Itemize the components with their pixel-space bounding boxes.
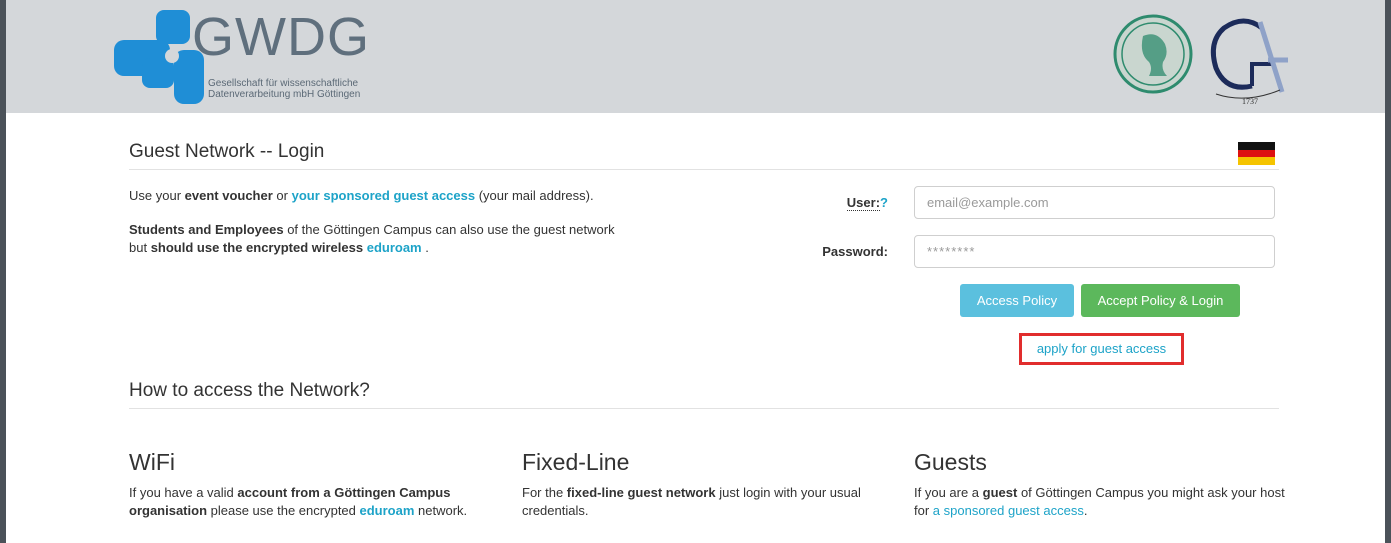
login-section-title: Guest Network -- Login: [129, 141, 1279, 170]
guests-sponsored-access-link[interactable]: a sponsored guest access: [933, 503, 1084, 518]
guests-title: Guests: [914, 449, 987, 475]
user-label: User:?: [846, 195, 888, 211]
password-label: Password:: [822, 244, 888, 259]
brand-name: GWDG: [192, 7, 370, 67]
login-intro-text: Use your event voucher or your sponsored…: [129, 188, 594, 203]
wifi-eduroam-link[interactable]: eduroam: [360, 503, 415, 518]
fixed-line-description: For the fixed-line guest network just lo…: [522, 485, 861, 518]
wifi-title: WiFi: [129, 449, 175, 475]
goettingen-university-logo-icon: 1737: [1210, 18, 1288, 106]
german-flag-icon[interactable]: [1238, 142, 1275, 165]
user-help-link[interactable]: ?: [880, 195, 888, 210]
howto-section-title: How to access the Network?: [129, 380, 1279, 409]
svg-text:1737: 1737: [1242, 97, 1258, 106]
sponsored-guest-access-link[interactable]: your sponsored guest access: [292, 188, 476, 203]
max-planck-seal-icon: [1113, 14, 1193, 94]
fixed-line-title: Fixed-Line: [522, 449, 630, 475]
apply-guest-access-link[interactable]: apply for guest access: [1019, 333, 1184, 365]
accept-policy-login-button[interactable]: Accept Policy & Login: [1081, 284, 1240, 317]
browser-page: GWDG Gesellschaft für wissenschaftliche …: [6, 0, 1385, 543]
eduroam-link[interactable]: eduroam: [367, 240, 422, 255]
students-employees-note: Students and Employees of the Göttingen …: [129, 222, 615, 255]
brand-subtitle: Gesellschaft für wissenschaftliche Daten…: [208, 78, 361, 100]
user-email-input[interactable]: [914, 186, 1275, 219]
access-policy-button[interactable]: Access Policy: [960, 284, 1074, 317]
guests-description: If you are a guest of Göttingen Campus y…: [914, 485, 1285, 518]
wifi-description: If you have a valid account from a Götti…: [129, 485, 468, 518]
password-input[interactable]: [914, 235, 1275, 268]
site-header: GWDG Gesellschaft für wissenschaftliche …: [6, 0, 1385, 113]
